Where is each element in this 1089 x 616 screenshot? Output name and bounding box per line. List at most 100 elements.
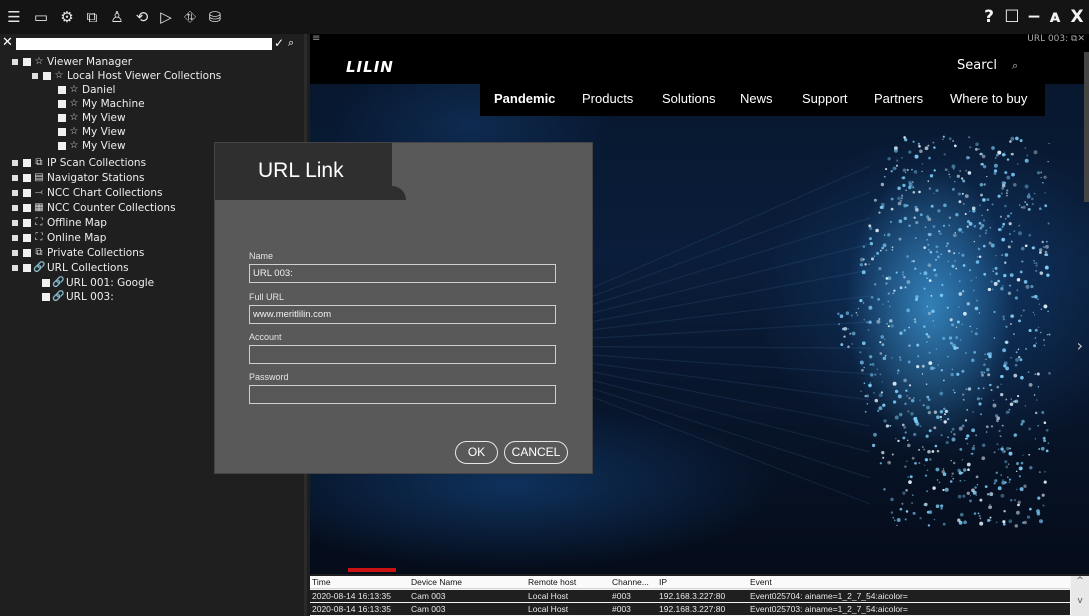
checkbox[interactable] — [23, 248, 31, 257]
viewer-menu-icon[interactable]: ≡ — [312, 34, 320, 44]
checkbox[interactable] — [23, 203, 31, 212]
expand-toggle[interactable] — [12, 189, 18, 196]
account-field[interactable] — [249, 345, 556, 364]
expand-toggle[interactable] — [12, 234, 18, 241]
star-icon: ☆ — [69, 83, 79, 95]
person-icon[interactable]: ♙ — [107, 6, 127, 28]
checkbox[interactable] — [23, 57, 31, 66]
restore-button[interactable]: ᴀ — [1045, 6, 1065, 28]
nav-solutions[interactable]: Solutions — [662, 91, 715, 106]
tree-item-private-collections[interactable]: ⧉ Private Collections — [12, 245, 144, 260]
tree-item-ip-scan-collections[interactable]: ⧉ IP Scan Collections — [12, 155, 146, 170]
viewer-tab[interactable]: URL 003: ⧉✕ — [1027, 34, 1085, 44]
checkbox[interactable] — [58, 113, 66, 122]
checkbox[interactable] — [23, 188, 31, 197]
nav-products[interactable]: Products — [582, 91, 633, 106]
minimize-button[interactable]: − — [1024, 6, 1044, 28]
tree-item-my-view[interactable]: ☆ My View — [58, 110, 126, 125]
site-search-label[interactable]: Searcl — [957, 58, 997, 73]
tree-item-url-003[interactable]: 🔗 URL 003: — [42, 289, 114, 304]
expand-toggle[interactable] — [12, 159, 18, 166]
checkbox[interactable] — [23, 263, 31, 272]
menu-icon[interactable]: ☰ — [4, 6, 24, 28]
cell-ip: 192.168.3.227:80 — [659, 591, 726, 601]
column-device-name[interactable]: Device Name — [411, 576, 462, 588]
play-icon[interactable]: ▷ — [156, 6, 176, 28]
checkbox[interactable] — [58, 127, 66, 136]
play-window-icon[interactable]: ⧉ — [82, 6, 102, 28]
scroll-up-icon[interactable]: ^ — [1071, 576, 1089, 586]
checkbox[interactable] — [23, 173, 31, 182]
tree-item-my-view[interactable]: ☆ My View — [58, 138, 126, 153]
filter-input[interactable] — [16, 38, 272, 50]
event-log-scrollbar[interactable]: ^ v — [1071, 576, 1089, 616]
checkbox[interactable] — [42, 278, 50, 287]
help-button[interactable]: ? — [979, 6, 999, 28]
nav-where-to-buy[interactable]: Where to buy — [950, 91, 1027, 106]
tree-item-viewer-manager[interactable]: ☆ Viewer Manager — [12, 54, 132, 69]
map-icon: ⛶ — [35, 231, 43, 243]
search-icon[interactable]: ⌕ — [1012, 59, 1018, 73]
star-icon: ☆ — [34, 55, 44, 67]
password-field[interactable] — [249, 385, 556, 404]
tree-item-ncc-chart-collections[interactable]: ⤙ NCC Chart Collections — [12, 185, 162, 200]
settings-icon[interactable]: ⚙ — [57, 6, 77, 28]
close-button[interactable]: X — [1067, 6, 1087, 28]
expand-toggle[interactable] — [12, 219, 18, 226]
tree-item-local-host-viewer-collections[interactable]: ☆ Local Host Viewer Collections — [32, 68, 221, 83]
tree-item-label: My View — [82, 111, 126, 124]
nav-partners[interactable]: Partners — [874, 91, 923, 106]
tree-item-ncc-counter-collections[interactable]: ▦ NCC Counter Collections — [12, 200, 176, 215]
tree-item-label: IP Scan Collections — [47, 156, 147, 169]
monitor-icon[interactable]: ▭ — [31, 6, 51, 28]
checkbox[interactable] — [23, 218, 31, 227]
tree-item-my-machine[interactable]: ☆ My Machine — [58, 96, 145, 111]
search-icon[interactable]: ⌕ — [288, 36, 300, 50]
database-icon[interactable]: ⛁ — [205, 6, 225, 28]
tree-item-url-collections[interactable]: 🔗 URL Collections — [12, 260, 129, 275]
full-url-field[interactable]: www.meritlilin.com — [249, 305, 556, 324]
checkbox[interactable] — [43, 71, 51, 80]
chevron-right-icon[interactable]: › — [1077, 336, 1083, 355]
nav-news[interactable]: News — [740, 91, 773, 106]
checkbox[interactable] — [58, 85, 66, 94]
refresh-icon[interactable]: ⟲ — [132, 6, 152, 28]
table-row[interactable]: 2020-08-14 16:13:35 Cam 003 Local Host #… — [310, 603, 1070, 615]
tree-item-label: NCC Counter Collections — [47, 201, 176, 214]
column-time[interactable]: Time — [312, 576, 331, 588]
ok-button[interactable]: OK — [455, 441, 498, 464]
checkbox[interactable] — [42, 292, 50, 301]
checkbox[interactable] — [58, 141, 66, 150]
column-ip[interactable]: IP — [659, 576, 667, 588]
nav-support[interactable]: Support — [802, 91, 848, 106]
checkbox[interactable] — [23, 233, 31, 242]
maximize-button[interactable]: ☐ — [1002, 6, 1022, 28]
scroll-down-icon[interactable]: v — [1071, 596, 1089, 606]
expand-toggle[interactable] — [12, 249, 18, 256]
checkbox[interactable] — [58, 99, 66, 108]
map-pin-icon[interactable]: ⛗ — [180, 6, 200, 28]
table-row[interactable]: 2020-08-14 16:13:35 Cam 003 Local Host #… — [310, 590, 1070, 602]
tree-item-online-map[interactable]: ⛶ Online Map — [12, 230, 106, 245]
expand-toggle[interactable] — [12, 174, 18, 181]
column-remote-host[interactable]: Remote host — [528, 576, 576, 588]
column-channel[interactable]: Channe... — [612, 576, 649, 588]
expand-toggle[interactable] — [32, 72, 38, 79]
cancel-button[interactable]: CANCEL — [504, 441, 568, 464]
check-icon[interactable]: ✓ — [274, 36, 286, 50]
nav-pandemic[interactable]: Pandemic — [494, 91, 555, 106]
close-icon[interactable]: ✕ — [2, 36, 14, 50]
expand-toggle[interactable] — [12, 58, 18, 65]
tree-item-daniel[interactable]: ☆ Daniel — [58, 82, 115, 97]
checkbox[interactable] — [23, 158, 31, 167]
name-field[interactable]: URL 003: — [249, 264, 556, 283]
tree-item-url-001[interactable]: 🔗 URL 001: Google — [42, 275, 154, 290]
column-event[interactable]: Event — [750, 576, 772, 588]
expand-toggle[interactable] — [12, 204, 18, 211]
viewer-scrollbar[interactable] — [1084, 52, 1089, 202]
tree-item-offline-map[interactable]: ⛶ Offline Map — [12, 215, 107, 230]
expand-toggle[interactable] — [12, 264, 18, 271]
tree-item-navigator-stations[interactable]: ▤ Navigator Stations — [12, 170, 145, 185]
site-logo[interactable]: LILIN — [346, 58, 394, 76]
tree-item-my-view[interactable]: ☆ My View — [58, 124, 126, 139]
